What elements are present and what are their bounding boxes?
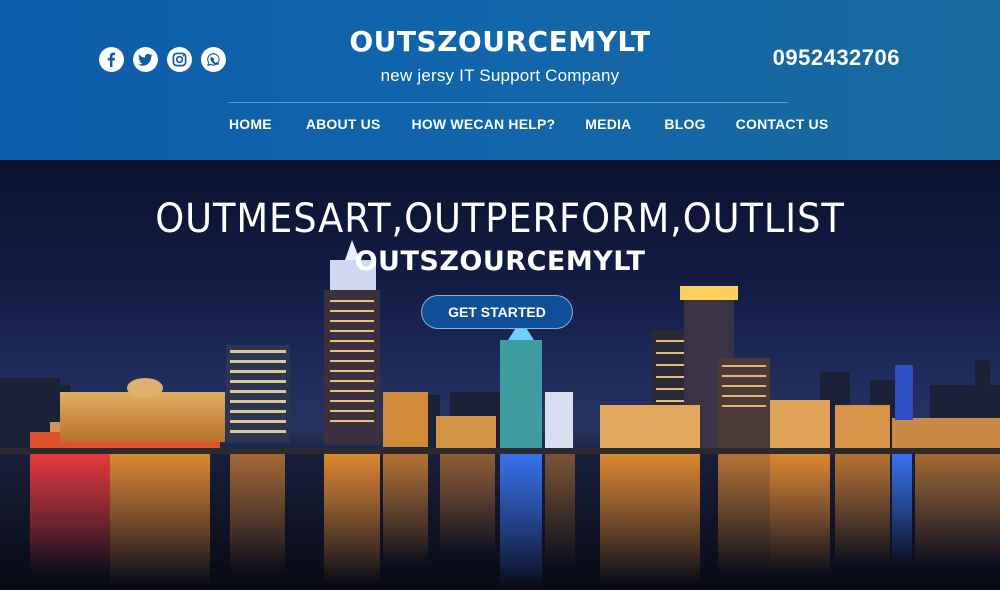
nav-item-blog[interactable]: BLOG [664,116,705,132]
hero-brand: OUTSZOURCEMYLT [354,246,646,277]
brand-title[interactable]: OUTSZOURCEMYLT [300,25,700,58]
facebook-icon[interactable] [99,47,124,72]
twitter-icon[interactable] [133,47,158,72]
main-nav: HOME ABOUT US HOW WECAN HELP? MEDIA BLOG… [229,116,828,132]
nav-item-how-we-can-help[interactable]: HOW WECAN HELP? [412,116,556,132]
hero-headline: OUTMESART,OUTPERFORM,OUTLIST [155,196,845,242]
bottom-strip [0,590,1000,600]
hero-banner: OUTMESART,OUTPERFORM,OUTLIST OUTSZOURCEM… [0,160,1000,590]
nav-item-home[interactable]: HOME [229,116,272,132]
get-started-button[interactable]: GET STARTED [421,295,573,329]
brand-subtitle: new jersy IT Support Company [380,66,620,85]
site-header: OUTSZOURCEMYLT new jersy IT Support Comp… [0,0,1000,160]
whatsapp-icon[interactable] [201,47,226,72]
nav-item-media[interactable]: MEDIA [585,116,631,132]
phone-number[interactable]: 0952432706 [773,45,900,71]
header-divider [228,102,788,103]
instagram-icon[interactable] [167,47,192,72]
nav-item-contact-us[interactable]: CONTACT US [736,116,829,132]
social-links [99,47,226,72]
nav-item-about-us[interactable]: ABOUT US [306,116,381,132]
